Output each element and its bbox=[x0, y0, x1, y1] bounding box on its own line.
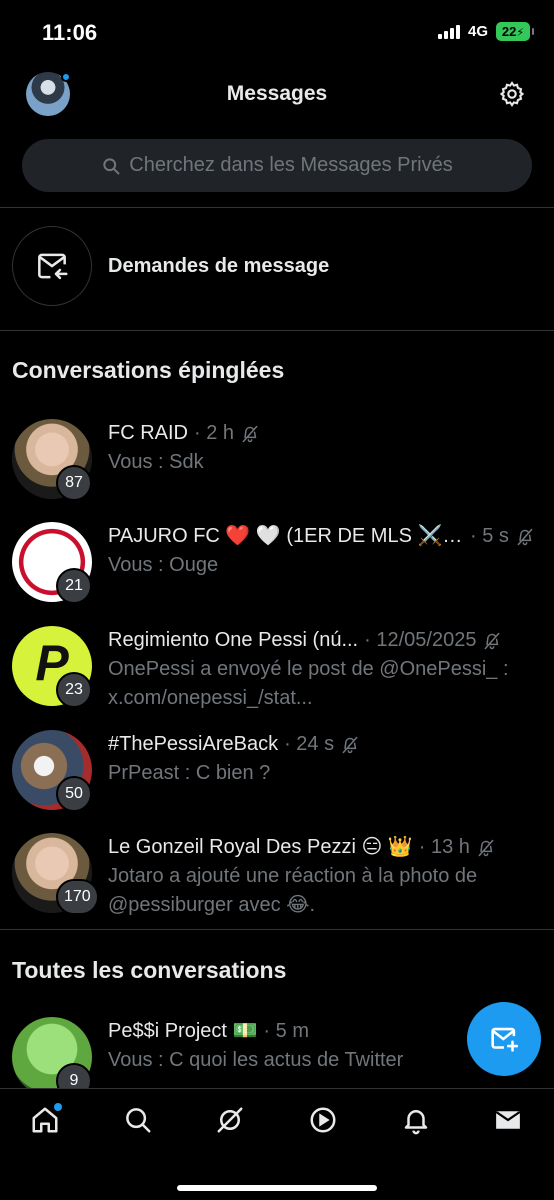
status-time: 11:06 bbox=[42, 20, 98, 45]
bell-off-icon bbox=[485, 632, 500, 649]
conversation-time: · 13 h bbox=[418, 836, 470, 858]
new-message-button[interactable] bbox=[467, 1002, 541, 1076]
video-icon[interactable] bbox=[308, 1105, 338, 1135]
signal-icon bbox=[437, 24, 460, 39]
unread-badge: 170 bbox=[56, 879, 99, 915]
mail-arrow-icon bbox=[12, 226, 92, 306]
conversation-name: Pe$$i Project 💵 bbox=[108, 1020, 258, 1042]
conversation-item[interactable]: 170 Le Gonzeil Royal Des Pezzi 😑 👑 · 13 … bbox=[0, 833, 554, 933]
conversation-time: · 12/05/2025 bbox=[364, 629, 477, 651]
message-requests[interactable]: Demandes de message bbox=[12, 226, 542, 306]
unread-badge: 87 bbox=[56, 465, 92, 501]
conversation-preview: PrPeast : C bien ? bbox=[108, 762, 271, 784]
conversation-preview: OnePessi a envoyé le post de @OnePessi_ … bbox=[108, 658, 509, 709]
gear-icon[interactable] bbox=[498, 80, 526, 108]
divider bbox=[0, 207, 554, 208]
status-bar: 11:06 4G 22⚡ bbox=[0, 0, 554, 66]
header: Messages bbox=[0, 66, 554, 124]
pinned-section-title: Conversations épinglées bbox=[12, 357, 285, 383]
bell-off-icon bbox=[242, 425, 258, 442]
unread-badge: 23 bbox=[56, 672, 92, 708]
conversation-name: FC RAID bbox=[108, 422, 188, 444]
conversation-time: · 2 h bbox=[194, 422, 235, 444]
conversation-item[interactable]: 87 FC RAID · 2 h Vous : Sdk bbox=[0, 419, 554, 519]
divider bbox=[0, 330, 554, 331]
unread-badge: 50 bbox=[56, 776, 92, 812]
all-section-title: Toutes les conversations bbox=[12, 957, 287, 983]
home-indicator bbox=[177, 1185, 377, 1191]
new-message-icon bbox=[491, 1027, 519, 1052]
conversation-time: · 5 m bbox=[263, 1020, 309, 1042]
conversation-name: PAJURO FC ❤️ 🤍 (1ER DE MLS ⚔️ ... bbox=[108, 525, 464, 547]
conversation-name: Le Gonzeil Royal Des Pezzi 😑 👑 bbox=[108, 836, 413, 858]
conversation-preview: Vous : Sdk bbox=[108, 451, 204, 473]
search-icon bbox=[103, 157, 120, 174]
search-placeholder: Cherchez dans les Messages Privés bbox=[129, 154, 453, 176]
conversation-name: #ThePessiAreBack bbox=[108, 733, 279, 755]
search-input[interactable]: Cherchez dans les Messages Privés bbox=[22, 139, 532, 192]
battery-level: 22 bbox=[501, 24, 517, 39]
bell-off-icon bbox=[342, 736, 358, 753]
network-type: 4G bbox=[467, 23, 488, 40]
grok-icon[interactable] bbox=[215, 1105, 245, 1135]
battery-icon: 22⚡ bbox=[496, 22, 534, 41]
message-requests-label: Demandes de message bbox=[108, 254, 330, 277]
conversation-preview: Jotaro a ajouté une réaction à la photo … bbox=[108, 865, 478, 916]
tab-bar bbox=[0, 1088, 554, 1200]
unread-badge: 21 bbox=[56, 568, 92, 604]
bell-off-icon bbox=[517, 528, 533, 545]
conversation-time: · 24 s bbox=[284, 733, 335, 755]
divider bbox=[0, 929, 554, 930]
page-title: Messages bbox=[226, 82, 328, 105]
bell-off-icon bbox=[478, 839, 494, 856]
search-icon[interactable] bbox=[123, 1105, 153, 1135]
notifications-icon[interactable] bbox=[401, 1105, 431, 1135]
conversation-item[interactable]: 21 PAJURO FC ❤️ 🤍 (1ER DE MLS ⚔️ ... · 5… bbox=[0, 522, 554, 622]
notification-dot bbox=[61, 72, 71, 82]
conversation-time: · 5 s bbox=[470, 525, 509, 547]
status-indicators: 4G 22⚡ bbox=[437, 22, 534, 41]
conversation-item[interactable]: P 23 Regimiento One Pessi (nú... · 12/05… bbox=[0, 626, 554, 726]
home-notification-dot bbox=[54, 1103, 62, 1111]
messages-icon[interactable] bbox=[493, 1105, 523, 1135]
conversation-name: Regimiento One Pessi (nú... bbox=[108, 629, 359, 651]
conversation-item[interactable]: 50 #ThePessiAreBack · 24 s PrPeast : C b… bbox=[0, 730, 554, 830]
conversation-preview: Vous : Ouge bbox=[108, 554, 219, 576]
